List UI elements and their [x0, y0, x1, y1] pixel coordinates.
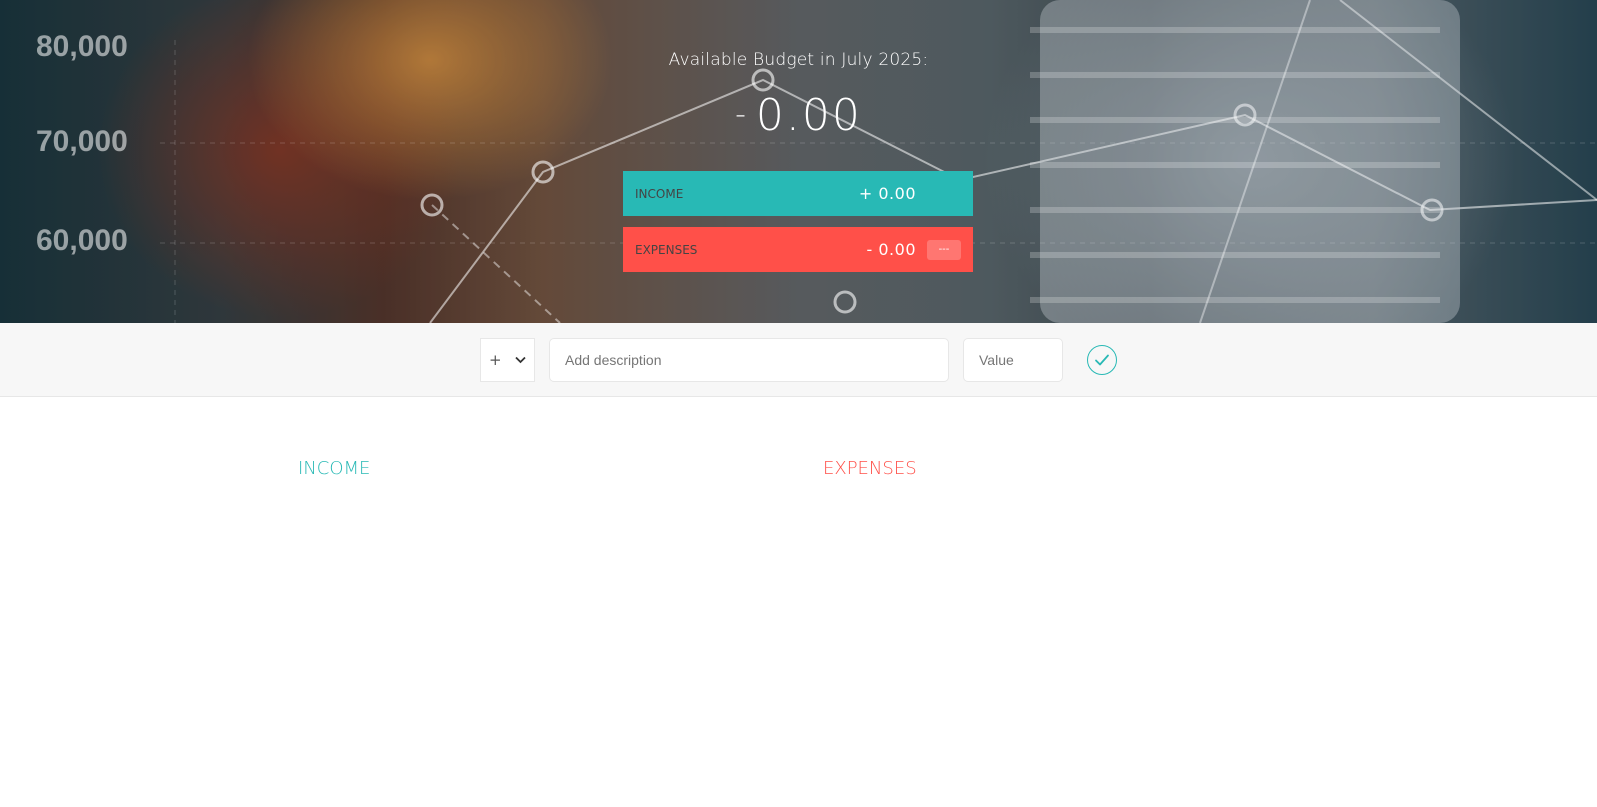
income-list-title: INCOME	[298, 458, 371, 479]
expenses-percentage-badge: ---	[927, 239, 961, 260]
budget-sign: -	[735, 97, 748, 132]
income-summary-value: + 0.00	[858, 184, 916, 203]
expenses-summary: EXPENSES - 0.00 ---	[623, 227, 973, 272]
chevron-down-icon	[515, 353, 526, 367]
value-input[interactable]	[963, 338, 1063, 382]
budget-amount: 0.00	[755, 90, 862, 141]
budget-value: -0.00	[0, 90, 1597, 141]
type-select-value: +	[489, 351, 502, 369]
expenses-summary-value: - 0.00	[866, 240, 916, 259]
description-input[interactable]	[549, 338, 949, 382]
add-item-button[interactable]	[1087, 345, 1117, 375]
budget-header: 80,000 70,000 60,000 Available Budget in…	[0, 0, 1597, 323]
expenses-list-title: EXPENSES	[823, 458, 917, 479]
budget-title: Available Budget in July 2025:	[668, 50, 929, 70]
checkmark-icon	[1095, 354, 1109, 366]
add-item-bar: +	[0, 323, 1597, 397]
income-summary-label: INCOME	[635, 186, 684, 201]
income-summary: INCOME + 0.00	[623, 171, 973, 216]
type-select[interactable]: +	[480, 338, 535, 382]
expenses-summary-label: EXPENSES	[635, 242, 698, 257]
budget-summary: Available Budget in July 2025: -0.00 INC…	[0, 0, 1597, 323]
